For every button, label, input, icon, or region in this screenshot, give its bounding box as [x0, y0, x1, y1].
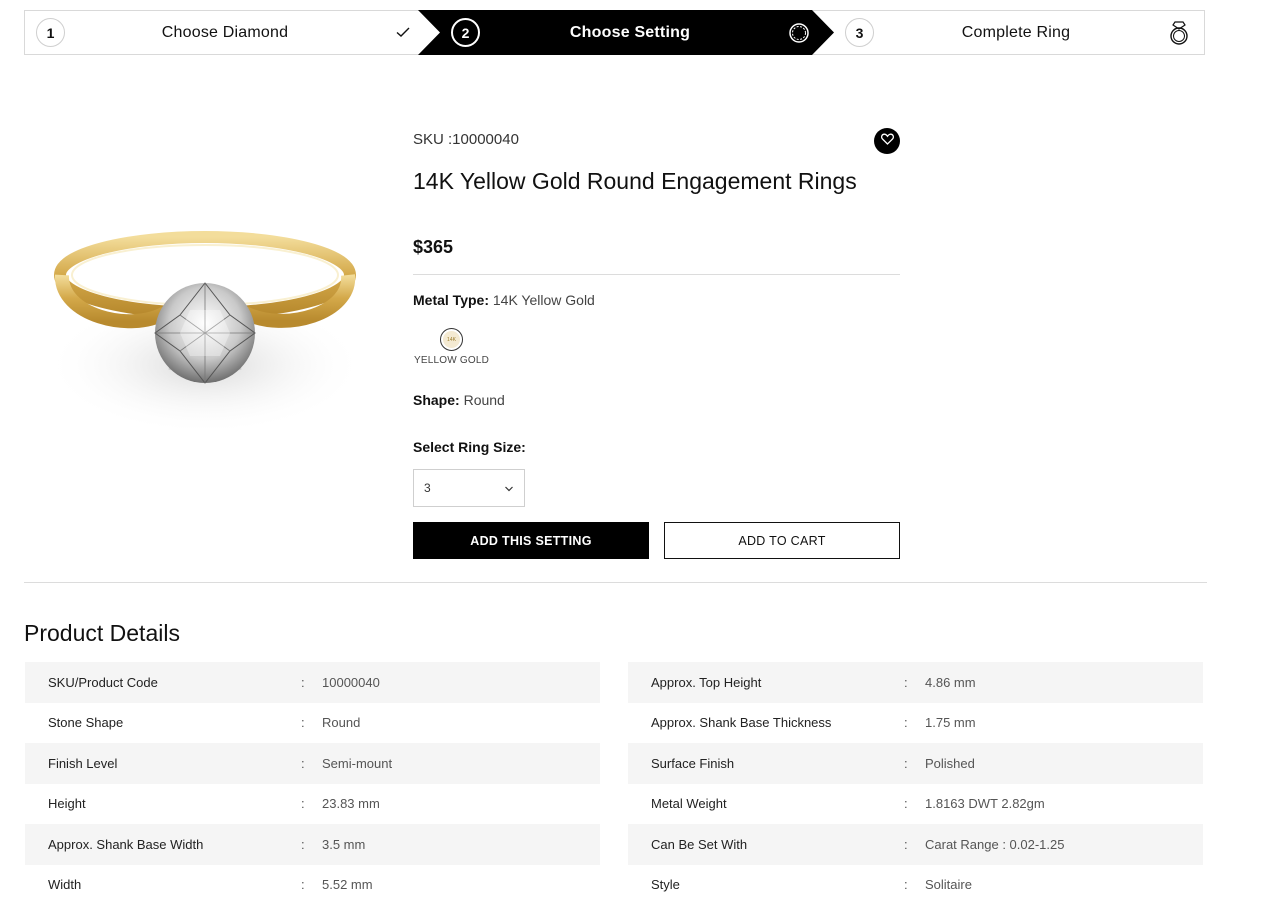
step-number: 1 [36, 18, 65, 47]
add-this-setting-button[interactable]: ADD THIS SETTING [413, 522, 649, 559]
detail-row: Width: 5.52 mm [25, 865, 600, 905]
step-complete-ring[interactable]: 3 Complete Ring [834, 11, 1206, 54]
shape-value: Round [463, 392, 505, 408]
step-label: Choose Setting [569, 23, 691, 41]
product-title: 14K Yellow Gold Round Engagement Rings [413, 168, 857, 194]
metal-swatch-yellow-gold[interactable]: 14K [440, 328, 463, 351]
detail-key: SKU/Product Code [48, 674, 158, 690]
step-label: Choose Diamond [161, 23, 289, 41]
detail-separator: : [301, 755, 305, 771]
detail-row: Approx. Top Height: 4.86 mm [628, 662, 1203, 703]
detail-value: Polished [925, 755, 975, 771]
ring-setting-icon [787, 21, 811, 50]
metal-type-value: 14K Yellow Gold [492, 292, 595, 308]
chevron-down-icon [504, 483, 514, 497]
product-details-title: Product Details [24, 620, 180, 646]
swatch-label: YELLOW GOLD [414, 355, 489, 366]
detail-value: Semi-mount [322, 755, 393, 771]
detail-separator: : [904, 796, 908, 812]
detail-row: Height: 23.83 mm [25, 784, 600, 825]
add-to-cart-button[interactable]: ADD TO CART [664, 522, 900, 559]
detail-value: 3.5 mm [322, 836, 366, 852]
product-sku: SKU :10000040 [413, 131, 519, 148]
detail-key: Surface Finish [651, 755, 735, 771]
detail-key: Metal Weight [651, 796, 727, 812]
detail-key: Approx. Top Height [651, 674, 762, 690]
ring-size-select[interactable]: 3 [413, 469, 525, 507]
diamond-ring-icon [1168, 20, 1190, 51]
ring-size-label: Select Ring Size: [413, 439, 526, 455]
section-divider [24, 582, 1207, 583]
detail-key: Finish Level [48, 755, 118, 771]
swatch-text: 14K [443, 331, 460, 348]
detail-key: Approx. Shank Base Thickness [651, 715, 832, 731]
detail-key: Can Be Set With [651, 836, 748, 852]
detail-row: Approx. Shank Base Thickness: 1.75 mm [628, 703, 1203, 744]
detail-key: Height [48, 796, 86, 812]
detail-separator: : [904, 877, 908, 893]
detail-separator: : [904, 715, 908, 731]
shape-label: Shape: [413, 392, 460, 408]
detail-value: 1.75 mm [925, 715, 976, 731]
product-image [40, 215, 370, 445]
detail-separator: : [904, 755, 908, 771]
step-choose-setting[interactable]: 2 Choose Setting [418, 11, 834, 54]
detail-value: 23.83 mm [322, 796, 380, 812]
detail-value: 5.52 mm [322, 877, 373, 893]
details-table-right: Approx. Top Height: 4.86 mm Approx. Shank… [628, 662, 1203, 905]
detail-separator: : [301, 836, 305, 852]
details-table-left: SKU/Product Code: 10000040 Stone Shape: Ro… [25, 662, 600, 905]
detail-row: Stone Shape: Round [25, 703, 600, 744]
metal-type-label: Metal Type: [413, 292, 489, 308]
detail-value: 1.8163 DWT 2.82gm [925, 796, 1045, 812]
detail-row: Style: Solitaire [628, 865, 1203, 905]
detail-separator: : [301, 674, 305, 690]
shape: Shape: Round [413, 392, 505, 408]
detail-key: Style [651, 877, 680, 893]
detail-value: 10000040 [322, 674, 380, 690]
detail-key: Stone Shape [48, 715, 124, 731]
detail-row: Can Be Set With: Carat Range : 0.02-1.25 [628, 824, 1203, 865]
heart-icon [880, 132, 894, 150]
detail-value: Carat Range : 0.02-1.25 [925, 836, 1065, 852]
product-price: $365 [413, 237, 454, 257]
divider [413, 274, 900, 275]
step-number: 2 [451, 18, 480, 47]
detail-separator: : [301, 715, 305, 731]
detail-separator: : [904, 674, 908, 690]
detail-row: Metal Weight: 1.8163 DWT 2.82gm [628, 784, 1203, 825]
detail-row: Surface Finish: Polished [628, 743, 1203, 784]
detail-row: SKU/Product Code: 10000040 [25, 662, 600, 703]
step-label: Complete Ring [961, 23, 1071, 41]
progress-stepper: 1 Choose Diamond 2 Choose Setting 3 Comp… [24, 10, 1205, 55]
wishlist-button[interactable] [874, 128, 900, 154]
metal-type: Metal Type: 14K Yellow Gold [413, 292, 595, 308]
detail-row: Approx. Shank Base Width: 3.5 mm [25, 824, 600, 865]
detail-row: Finish Level: Semi-mount [25, 743, 600, 784]
ring-size-value: 3 [424, 481, 431, 495]
step-choose-diamond[interactable]: 1 Choose Diamond [25, 11, 425, 54]
detail-separator: : [904, 836, 908, 852]
step-number: 3 [845, 18, 874, 47]
detail-key: Approx. Shank Base Width [48, 836, 204, 852]
detail-key: Width [48, 877, 82, 893]
detail-value: Round [322, 715, 361, 731]
check-icon [395, 24, 411, 45]
detail-value: 4.86 mm [925, 674, 976, 690]
detail-value: Solitaire [925, 877, 972, 893]
detail-separator: : [301, 877, 305, 893]
detail-separator: : [301, 796, 305, 812]
